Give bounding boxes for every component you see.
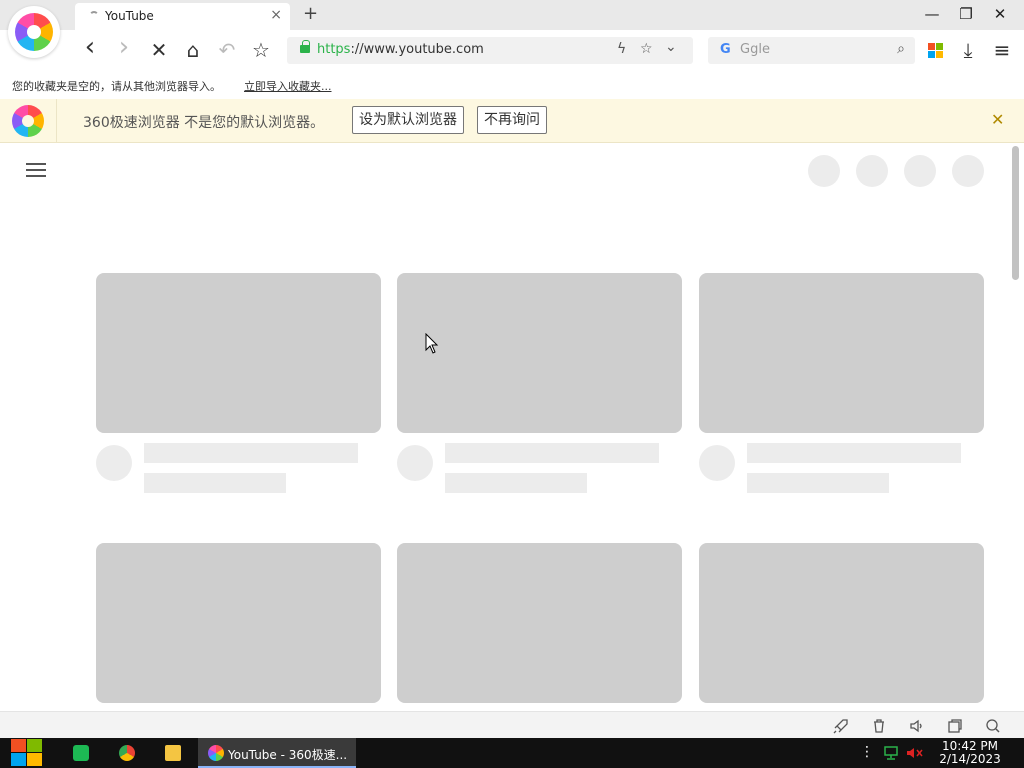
- minimize-button[interactable]: —: [920, 5, 944, 23]
- home-button[interactable]: ⌂: [181, 39, 205, 61]
- stop-button[interactable]: ✕: [147, 39, 171, 61]
- skeleton-circle: [856, 155, 888, 187]
- video-thumbnail-placeholder: [397, 543, 682, 703]
- volume-muted-icon[interactable]: [906, 746, 924, 760]
- lightning-icon[interactable]: ϟ: [617, 41, 626, 57]
- scrollbar-thumb[interactable]: [1012, 146, 1019, 280]
- browser-logo-button[interactable]: [8, 6, 60, 58]
- divider: [56, 99, 57, 142]
- favorite-button[interactable]: ☆: [249, 39, 273, 61]
- network-icon[interactable]: [883, 746, 899, 760]
- trash-icon[interactable]: [871, 718, 887, 734]
- page-content: [0, 143, 1024, 711]
- bookmarks-bar: 您的收藏夹是空的，请从其他浏览器导入。 立即导入收藏夹...: [0, 70, 1024, 99]
- clock-date: 2/14/2023: [939, 752, 1001, 766]
- status-bar: [0, 711, 1024, 738]
- tab-youtube[interactable]: YouTube ×: [75, 3, 290, 30]
- new-tab-button[interactable]: +: [303, 4, 318, 24]
- skeleton-circle: [808, 155, 840, 187]
- start-button[interactable]: [10, 738, 44, 768]
- guide-menu-icon[interactable]: [26, 163, 46, 177]
- mouse-cursor-icon: [425, 333, 439, 354]
- url-text[interactable]: https://www.youtube.com: [317, 42, 484, 57]
- back-button[interactable]: ‹: [78, 34, 102, 60]
- menu-button[interactable]: ≡: [990, 39, 1014, 61]
- loading-spinner-icon: [89, 11, 99, 21]
- video-thumbnail-placeholder: [96, 273, 381, 433]
- title-placeholder: [747, 443, 961, 463]
- title-placeholder: [144, 443, 358, 463]
- search-icon[interactable]: ⌕: [897, 41, 905, 57]
- speaker-icon[interactable]: [909, 718, 925, 734]
- download-button[interactable]: ⤓: [956, 39, 980, 61]
- browser-logo-icon: [12, 105, 44, 137]
- rocket-icon[interactable]: [833, 718, 849, 734]
- navigation-bar: ‹ › ✕ ⌂ ↶ ☆ https://www.youtube.com ϟ ☆ …: [0, 30, 1024, 70]
- infobar-close-button[interactable]: ✕: [991, 110, 1004, 129]
- default-browser-infobar: 360极速浏览器 不是您的默认浏览器。 设为默认浏览器 不再询问 ✕: [0, 99, 1024, 143]
- bookmarks-empty-message: 您的收藏夹是空的，请从其他浏览器导入。: [12, 80, 221, 93]
- browser-logo-icon: [208, 745, 224, 761]
- lock-icon: [300, 40, 310, 53]
- window-icon[interactable]: [947, 718, 963, 734]
- meta-placeholder: [747, 473, 889, 493]
- chrome-icon[interactable]: [119, 745, 135, 761]
- skeleton-circle: [904, 155, 936, 187]
- taskbar: YouTube - 360极速... ⋮ 10:42 PM 2/14/2023: [0, 738, 1024, 768]
- zoom-search-icon[interactable]: [985, 718, 1001, 734]
- apps-icon[interactable]: [928, 43, 944, 59]
- undo-close-tab-button[interactable]: ↶: [215, 39, 239, 61]
- maximize-button[interactable]: ❐: [954, 5, 978, 23]
- close-window-button[interactable]: ✕: [988, 5, 1012, 23]
- taskbar-item-youtube-360[interactable]: YouTube - 360极速...: [198, 738, 356, 768]
- star-icon[interactable]: ☆: [640, 41, 653, 57]
- channel-avatar-placeholder: [397, 445, 433, 481]
- infobar-message: 360极速浏览器 不是您的默认浏览器。: [83, 115, 325, 131]
- title-placeholder: [445, 443, 659, 463]
- video-thumbnail-placeholder: [699, 543, 984, 703]
- channel-avatar-placeholder: [699, 445, 735, 481]
- search-input[interactable]: Ggle: [740, 42, 770, 57]
- browser-logo-icon: [15, 13, 53, 51]
- dont-ask-again-button[interactable]: 不再询问: [477, 106, 547, 134]
- tray-overflow-icon[interactable]: ⋮: [860, 744, 874, 760]
- set-default-browser-button[interactable]: 设为默认浏览器: [352, 106, 464, 134]
- title-bar: YouTube × + — ❐ ✕: [0, 0, 1024, 30]
- chevron-down-icon[interactable]: ⌄: [665, 39, 677, 55]
- video-thumbnail-placeholder: [699, 273, 984, 433]
- taskbar-item-label: YouTube - 360极速...: [228, 748, 348, 762]
- search-engine-icon[interactable]: G: [720, 42, 731, 57]
- notes-app-icon[interactable]: [73, 745, 89, 761]
- forward-button[interactable]: ›: [112, 34, 136, 60]
- video-thumbnail-placeholder: [96, 543, 381, 703]
- file-explorer-icon[interactable]: [165, 745, 181, 761]
- meta-placeholder: [445, 473, 587, 493]
- video-thumbnail-placeholder: [397, 273, 682, 433]
- tab-close-button[interactable]: ×: [270, 7, 282, 23]
- skeleton-circle: [952, 155, 984, 187]
- channel-avatar-placeholder: [96, 445, 132, 481]
- tab-title: YouTube: [105, 9, 154, 23]
- import-bookmarks-link[interactable]: 立即导入收藏夹...: [244, 78, 332, 94]
- system-clock[interactable]: 10:42 PM 2/14/2023: [934, 740, 1006, 766]
- windows-logo-icon: [11, 739, 26, 752]
- meta-placeholder: [144, 473, 286, 493]
- search-box[interactable]: G Ggle ⌕: [708, 37, 915, 64]
- address-bar[interactable]: https://www.youtube.com ϟ ☆ ⌄: [287, 37, 693, 64]
